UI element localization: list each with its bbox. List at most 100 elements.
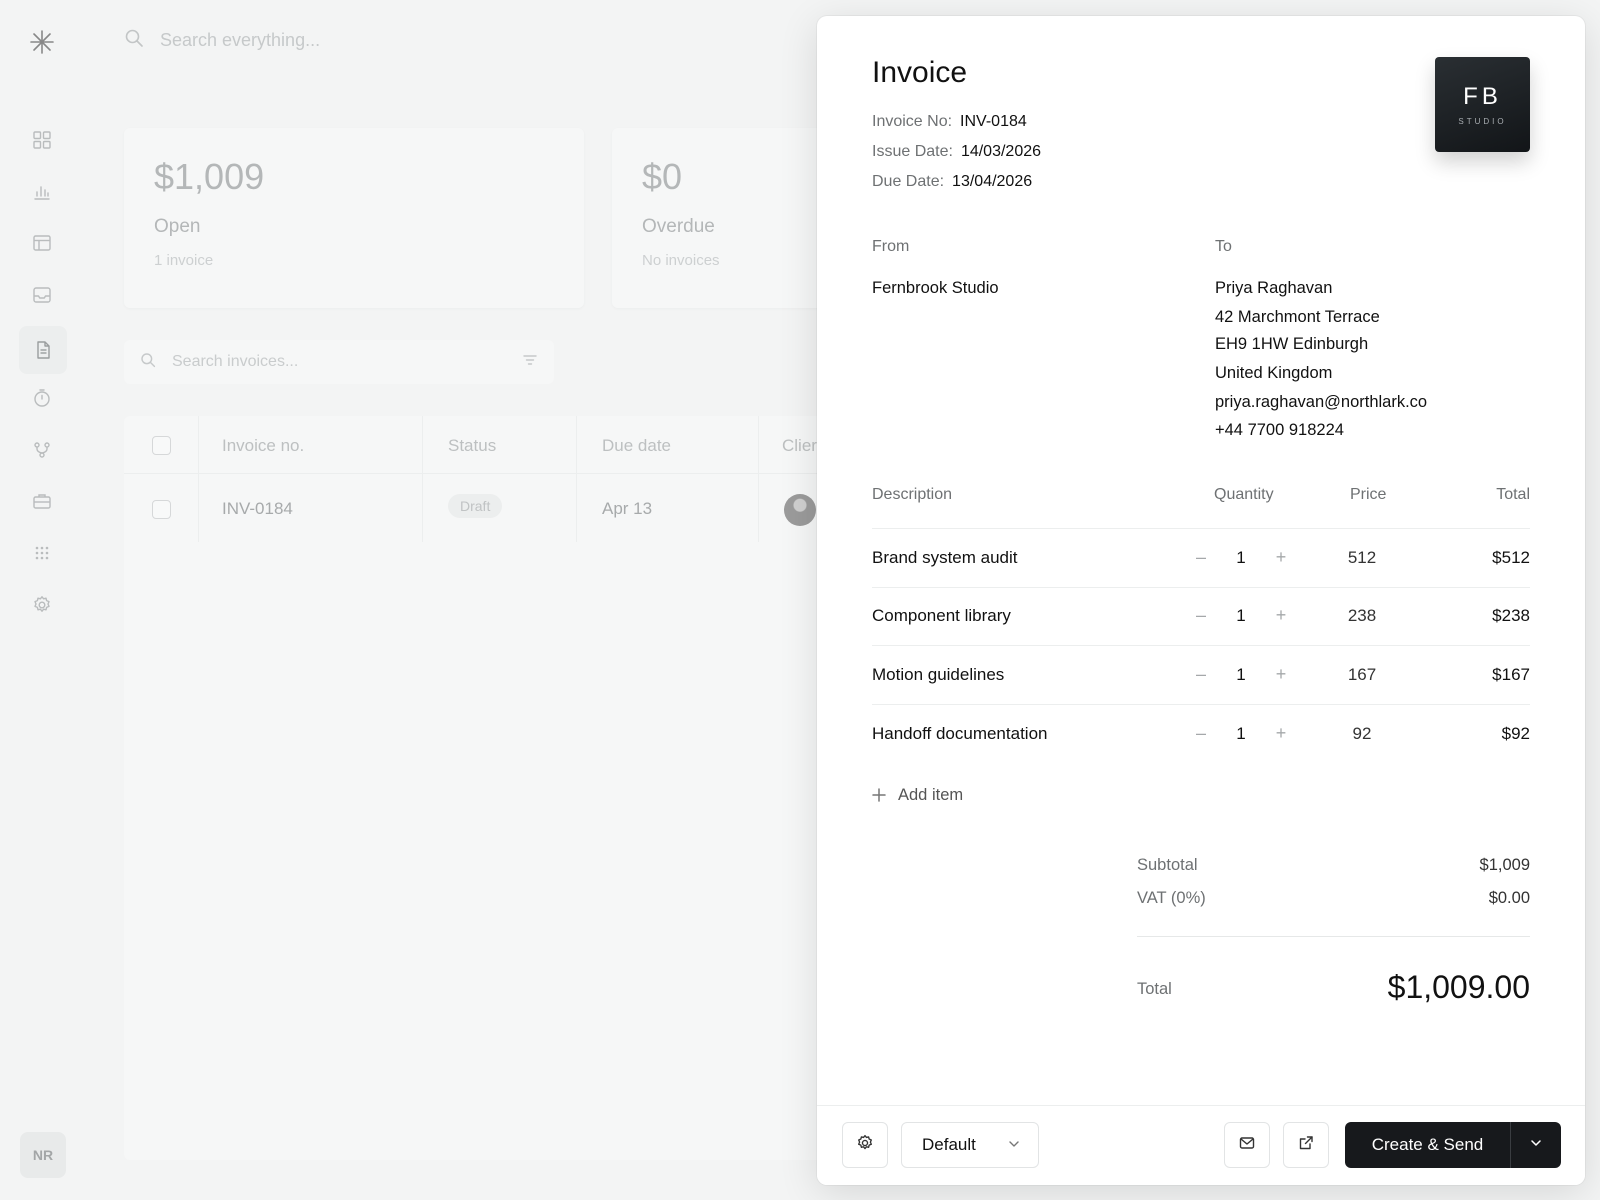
- increase-quantity-button[interactable]: +: [1270, 604, 1292, 626]
- column-total: Total: [1496, 486, 1530, 503]
- item-price[interactable]: 92: [1322, 724, 1402, 744]
- column-header[interactable]: Clier: [782, 436, 817, 456]
- invoices-table: Invoice no. Status Due date Clier INV-01…: [124, 416, 824, 1160]
- template-select-value: Default: [922, 1135, 976, 1154]
- to-address-line1[interactable]: 42 Marchmont Terrace: [1215, 308, 1380, 327]
- to-phone[interactable]: +44 7700 918224: [1215, 421, 1344, 440]
- item-total: $512: [1492, 548, 1530, 567]
- to-email[interactable]: priya.raghavan@northlark.co: [1215, 393, 1427, 412]
- send-options-button[interactable]: [1511, 1122, 1561, 1168]
- decrease-quantity-button[interactable]: –: [1190, 722, 1212, 744]
- email-button[interactable]: [1224, 1122, 1270, 1168]
- column-header[interactable]: Invoice no.: [222, 436, 304, 456]
- template-select[interactable]: Default: [901, 1122, 1039, 1168]
- line-item: Handoff documentation – 1 + 92 $92: [872, 705, 1530, 763]
- due-date: Apr 13: [602, 499, 653, 518]
- from-label: From: [872, 238, 910, 255]
- divider: [1137, 936, 1530, 937]
- item-description[interactable]: Handoff documentation: [872, 724, 1047, 744]
- meta-value[interactable]: INV-0184: [960, 113, 1027, 130]
- apps-dots-icon[interactable]: [29, 540, 55, 566]
- sidebar: NR: [0, 0, 84, 1200]
- asterisk-logo-icon: [29, 29, 55, 55]
- drawer-footer: Default Create & Send: [817, 1105, 1585, 1185]
- dashboard-grid-icon[interactable]: [29, 127, 55, 153]
- table-header: Invoice no. Status Due date Clier: [124, 416, 824, 474]
- global-search[interactable]: [124, 28, 480, 53]
- column-price: Price: [1350, 486, 1387, 503]
- add-item-label: Add item: [898, 785, 964, 804]
- subtotal-value: $1,009: [1479, 856, 1530, 874]
- meta-label: Due Date:: [872, 173, 945, 190]
- invoice-number: INV-0184: [222, 499, 293, 518]
- item-total: $92: [1501, 724, 1530, 743]
- invoice-search-input[interactable]: [172, 353, 506, 371]
- invoice-document-icon[interactable]: [19, 326, 67, 374]
- row-checkbox[interactable]: [152, 500, 171, 519]
- column-header[interactable]: Status: [448, 436, 496, 456]
- stat-card-open[interactable]: $1,009 Open 1 invoice: [124, 128, 584, 308]
- meta-value[interactable]: 14/03/2026: [961, 143, 1041, 160]
- decrease-quantity-button[interactable]: –: [1190, 546, 1212, 568]
- from-name[interactable]: Fernbrook Studio: [872, 279, 999, 298]
- stat-amount: $1,009: [154, 156, 265, 197]
- increase-quantity-button[interactable]: +: [1270, 722, 1292, 744]
- invoice-number-row: Invoice No: INV-0184: [872, 113, 1027, 131]
- invoice-drawer: Invoice Invoice No: INV-0184 Issue Date: 1…: [817, 16, 1585, 1185]
- item-price[interactable]: 167: [1322, 665, 1402, 685]
- column-quantity: Quantity: [1214, 486, 1274, 503]
- search-icon: [124, 28, 144, 53]
- decrease-quantity-button[interactable]: –: [1190, 663, 1212, 685]
- increase-quantity-button[interactable]: +: [1270, 546, 1292, 568]
- settings-button[interactable]: [842, 1122, 888, 1168]
- total-label: Total: [1137, 980, 1172, 998]
- column-description: Description: [872, 486, 953, 503]
- item-description[interactable]: Component library: [872, 606, 1011, 626]
- vat-value: $0.00: [1488, 889, 1530, 907]
- invoice-title: Invoice: [872, 56, 968, 89]
- briefcase-icon[interactable]: [29, 488, 55, 514]
- item-price[interactable]: 512: [1322, 548, 1402, 568]
- invoice-search[interactable]: [124, 340, 554, 384]
- meta-label: Issue Date:: [872, 143, 953, 160]
- column-divider: [422, 416, 423, 542]
- line-item: Brand system audit – 1 + 512 $512: [872, 529, 1530, 587]
- increase-quantity-button[interactable]: +: [1270, 663, 1292, 685]
- layout-table-icon[interactable]: [29, 230, 55, 256]
- item-total: $238: [1492, 606, 1530, 625]
- open-external-button[interactable]: [1283, 1122, 1329, 1168]
- item-quantity[interactable]: 1: [1230, 724, 1252, 744]
- column-header[interactable]: Due date: [602, 436, 671, 456]
- decrease-quantity-button[interactable]: –: [1190, 604, 1212, 626]
- to-name[interactable]: Priya Raghavan: [1215, 279, 1332, 298]
- brand-logo[interactable]: FB STUDIO: [1435, 57, 1530, 152]
- item-quantity[interactable]: 1: [1230, 548, 1252, 568]
- add-item-button[interactable]: Add item: [872, 784, 963, 806]
- to-address-line2[interactable]: EH9 1HW Edinburgh: [1215, 335, 1368, 354]
- workflow-icon[interactable]: [29, 437, 55, 463]
- global-search-input[interactable]: [160, 30, 480, 51]
- column-divider: [198, 416, 199, 542]
- item-description[interactable]: Motion guidelines: [872, 665, 1004, 685]
- timer-icon[interactable]: [29, 385, 55, 411]
- filter-icon[interactable]: [522, 352, 538, 373]
- meta-value[interactable]: 13/04/2026: [952, 173, 1032, 190]
- bar-chart-icon[interactable]: [29, 179, 55, 205]
- issue-date-row: Issue Date: 14/03/2026: [872, 143, 1041, 161]
- item-price[interactable]: 238: [1322, 606, 1402, 626]
- inbox-icon[interactable]: [29, 282, 55, 308]
- subtotal-label: Subtotal: [1137, 856, 1198, 874]
- item-description[interactable]: Brand system audit: [872, 548, 1018, 568]
- item-quantity[interactable]: 1: [1230, 665, 1252, 685]
- settings-gear-icon[interactable]: [29, 592, 55, 618]
- vat-label[interactable]: VAT (0%): [1137, 889, 1206, 908]
- due-date-row: Due Date: 13/04/2026: [872, 173, 1032, 191]
- create-send-button[interactable]: Create & Send: [1345, 1122, 1511, 1168]
- to-country[interactable]: United Kingdom: [1215, 364, 1332, 383]
- item-total: $167: [1492, 665, 1530, 684]
- user-avatar[interactable]: NR: [20, 1132, 66, 1178]
- select-all-checkbox[interactable]: [152, 436, 171, 455]
- chevron-down-icon: [1530, 1136, 1542, 1154]
- logo-subtitle: STUDIO: [1458, 117, 1507, 126]
- item-quantity[interactable]: 1: [1230, 606, 1252, 626]
